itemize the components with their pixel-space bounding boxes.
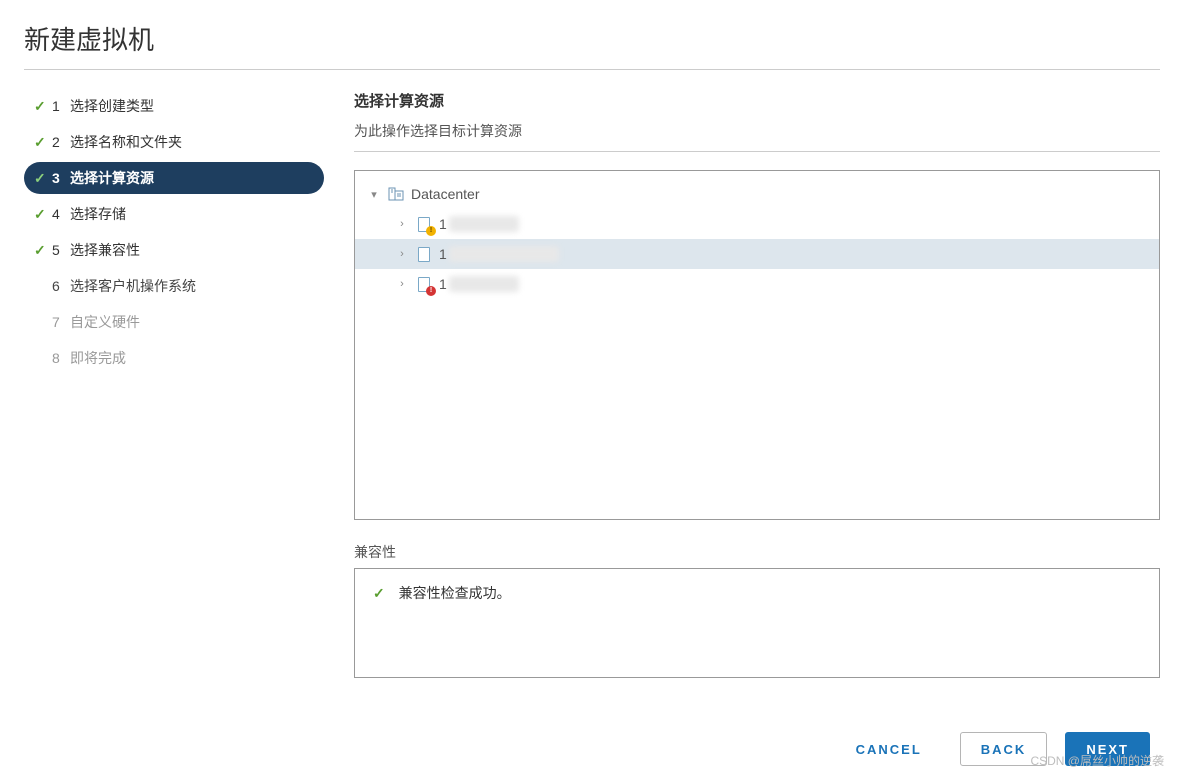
next-button[interactable]: NEXT xyxy=(1065,732,1150,766)
tree-node-label: 1 xyxy=(439,246,447,262)
chevron-down-icon[interactable]: ▾ xyxy=(367,188,381,201)
wizard-step-3[interactable]: ✓3选择计算资源 xyxy=(24,162,324,194)
check-icon: ✓ xyxy=(34,170,52,187)
check-icon: ✓ xyxy=(34,98,52,115)
error-badge-icon: ! xyxy=(426,286,436,296)
compat-message: 兼容性检查成功。 xyxy=(399,585,511,601)
step-label: 选择创建类型 xyxy=(70,96,314,116)
step-number: 1 xyxy=(52,98,70,114)
tree-node-host[interactable]: ›!1 xyxy=(355,269,1159,299)
tree-node-label: Datacenter xyxy=(411,186,479,202)
step-number: 8 xyxy=(52,350,70,366)
step-label: 选择名称和文件夹 xyxy=(70,132,314,152)
resource-tree[interactable]: ▾ Datacenter ›!1›1›!1 xyxy=(354,170,1160,520)
compat-heading: 兼容性 xyxy=(354,542,1160,562)
check-icon: ✓ xyxy=(34,242,52,259)
back-button[interactable]: BACK xyxy=(960,732,1048,766)
step-number: 4 xyxy=(52,206,70,222)
step-number: 7 xyxy=(52,314,70,330)
new-vm-dialog: 新建虚拟机 ✓1选择创建类型✓2选择名称和文件夹✓3选择计算资源✓4选择存储✓5… xyxy=(0,0,1184,781)
wizard-step-4[interactable]: ✓4选择存储 xyxy=(24,198,324,230)
wizard-step-1[interactable]: ✓1选择创建类型 xyxy=(24,90,324,122)
redacted-text xyxy=(449,276,519,292)
check-icon: ✓ xyxy=(34,134,52,151)
tree-node-host[interactable]: ›!1 xyxy=(355,209,1159,239)
wizard-step-2[interactable]: ✓2选择名称和文件夹 xyxy=(24,126,324,158)
cancel-button[interactable]: CANCEL xyxy=(836,732,942,766)
step-label: 即将完成 xyxy=(70,348,314,368)
check-icon: ✓ xyxy=(34,206,52,223)
wizard-step-5[interactable]: ✓5选择兼容性 xyxy=(24,234,324,266)
host-icon xyxy=(415,245,433,263)
redacted-text xyxy=(449,216,519,232)
tree-node-label: 1 xyxy=(439,216,447,232)
dialog-body: ✓1选择创建类型✓2选择名称和文件夹✓3选择计算资源✓4选择存储✓5选择兼容性6… xyxy=(24,70,1160,717)
chevron-right-icon[interactable]: › xyxy=(395,278,409,290)
wizard-step-8: 8即将完成 xyxy=(24,342,324,374)
step-number: 5 xyxy=(52,242,70,258)
step-number: 3 xyxy=(52,170,70,186)
chevron-right-icon[interactable]: › xyxy=(395,218,409,230)
step-label: 选择计算资源 xyxy=(70,168,314,188)
tree-node-datacenter[interactable]: ▾ Datacenter xyxy=(355,179,1159,209)
chevron-right-icon[interactable]: › xyxy=(395,248,409,260)
dialog-title: 新建虚拟机 xyxy=(24,20,1160,70)
host-icon: ! xyxy=(415,275,433,293)
step-number: 2 xyxy=(52,134,70,150)
tree-node-label: 1 xyxy=(439,276,447,292)
step-label: 自定义硬件 xyxy=(70,312,314,332)
host-icon: ! xyxy=(415,215,433,233)
step-label: 选择兼容性 xyxy=(70,240,314,260)
step-label: 选择存储 xyxy=(70,204,314,224)
dialog-footer: CANCEL BACK NEXT xyxy=(24,717,1160,781)
compat-box: ✓ 兼容性检查成功。 xyxy=(354,568,1160,678)
redacted-text xyxy=(449,246,559,262)
check-icon: ✓ xyxy=(373,585,385,601)
wizard-step-6: 6选择客户机操作系统 xyxy=(24,270,324,302)
main-panel: 选择计算资源 为此操作选择目标计算资源 ▾ Datacenter ›!1›1›!… xyxy=(324,90,1160,717)
warning-badge-icon: ! xyxy=(426,226,436,236)
wizard-steps: ✓1选择创建类型✓2选择名称和文件夹✓3选择计算资源✓4选择存储✓5选择兼容性6… xyxy=(24,90,324,717)
step-number: 6 xyxy=(52,278,70,294)
wizard-step-7: 7自定义硬件 xyxy=(24,306,324,338)
datacenter-icon xyxy=(387,185,405,203)
panel-title: 选择计算资源 xyxy=(354,90,1160,111)
step-label: 选择客户机操作系统 xyxy=(70,276,314,296)
tree-node-host[interactable]: ›1 xyxy=(355,239,1159,269)
panel-subtitle: 为此操作选择目标计算资源 xyxy=(354,121,1160,152)
